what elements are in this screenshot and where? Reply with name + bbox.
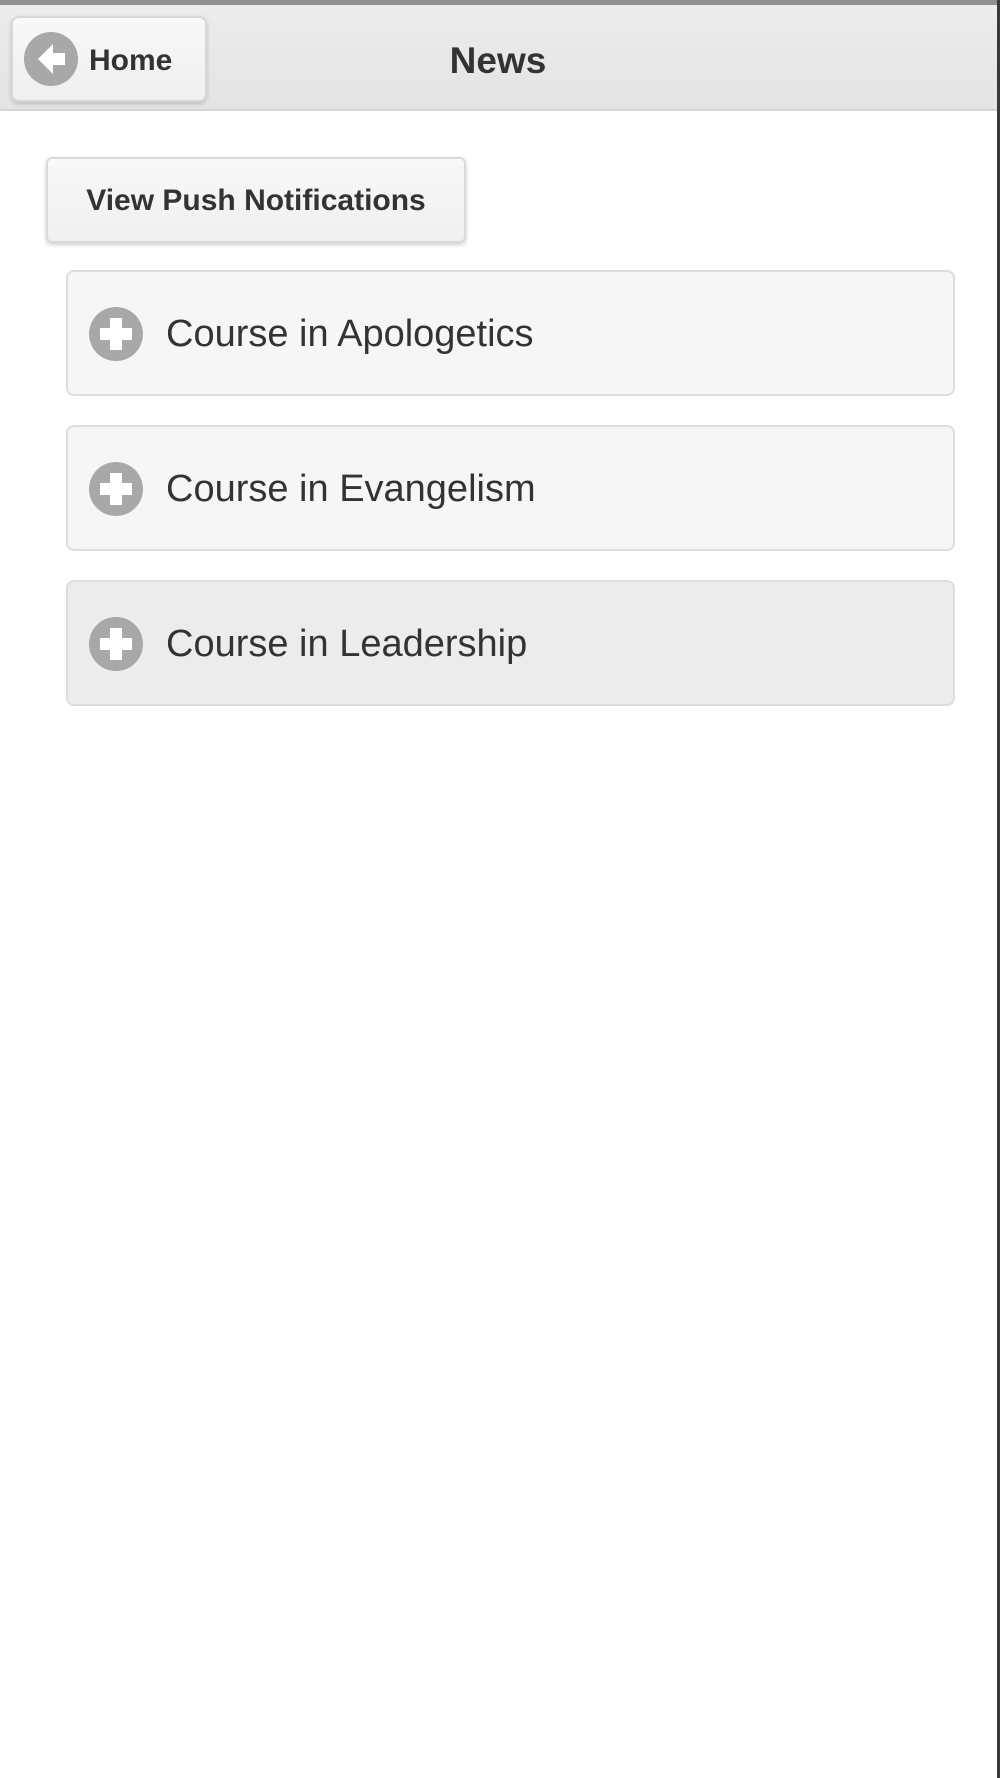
plus-circle-icon	[89, 307, 143, 361]
course-item-apologetics[interactable]: Course in Apologetics	[66, 270, 955, 396]
arrow-left-circle-icon	[24, 32, 78, 86]
course-item-evangelism[interactable]: Course in Evangelism	[66, 425, 955, 551]
page-title: News	[449, 40, 547, 81]
course-item-leadership[interactable]: Course in Leadership	[66, 580, 955, 706]
course-item-label: Course in Apologetics	[166, 313, 534, 355]
push-button-label: View Push Notifications	[86, 184, 426, 217]
course-item-label: Course in Evangelism	[166, 468, 536, 510]
header-bar: Home News	[0, 5, 997, 111]
view-push-notifications-button[interactable]: View Push Notifications	[46, 157, 466, 243]
home-back-button[interactable]: Home	[11, 16, 207, 102]
plus-circle-icon	[89, 617, 143, 671]
app-screen: Home News View Push Notifications Course…	[0, 0, 1000, 1778]
course-item-label: Course in Leadership	[166, 623, 528, 665]
home-button-label: Home	[89, 44, 173, 77]
plus-circle-icon	[89, 462, 143, 516]
